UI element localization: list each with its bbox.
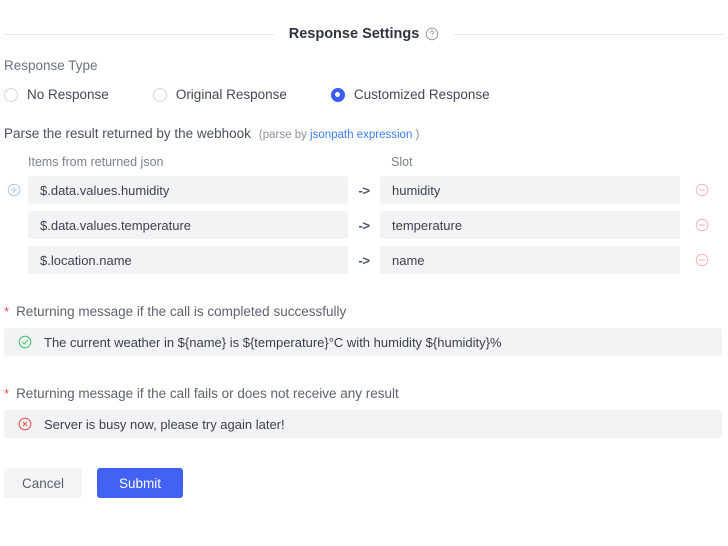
response-settings-panel: Response Settings Response Type No Respo… (0, 26, 728, 546)
column-header-items: Items from returned json (28, 155, 164, 169)
add-row-slot (0, 183, 28, 197)
column-header-slot: Slot (391, 155, 413, 169)
cancel-button[interactable]: Cancel (4, 468, 83, 498)
radio-circle-icon (152, 87, 167, 102)
error-message-label-row: * Returning message if the call fails or… (4, 386, 728, 401)
parse-hint: (parse by jsonpath expression ) (259, 129, 419, 141)
json-path-input[interactable] (28, 246, 348, 274)
table-row: -> (0, 246, 728, 274)
slot-input[interactable] (380, 246, 680, 274)
remove-row-slot (688, 253, 716, 267)
radio-label-customized-response: Customized Response (353, 87, 490, 102)
required-asterisk: * (4, 304, 10, 319)
success-message-field[interactable]: The current weather in ${name} is ${temp… (4, 328, 722, 356)
section-header: Response Settings (0, 26, 728, 42)
parse-hint-prefix: (parse by (258, 129, 307, 141)
jsonpath-expression-link[interactable]: jsonpath expression (310, 129, 412, 141)
submit-button[interactable]: Submit (97, 468, 184, 498)
error-message-field[interactable]: Server is busy now, please try again lat… (4, 410, 722, 438)
radio-circle-icon (4, 87, 18, 102)
table-row: -> (0, 211, 728, 239)
x-circle-icon (18, 417, 32, 431)
error-message-value: Server is busy now, please try again lat… (44, 416, 285, 432)
question-circle-icon[interactable] (425, 27, 439, 41)
success-message-label: Returning message if the call is complet… (16, 304, 347, 319)
table-row: -> (0, 176, 728, 204)
success-message-label-row: * Returning message if the call is compl… (4, 304, 728, 319)
slot-input[interactable] (380, 211, 680, 239)
required-asterisk: * (4, 386, 10, 401)
mapping-table-header: Items from returned json Slot (0, 155, 728, 169)
success-message-value: The current weather in ${name} is ${temp… (44, 334, 502, 350)
divider-right (453, 33, 724, 35)
minus-circle-icon[interactable] (695, 218, 709, 232)
radio-option-customized-response[interactable]: Customized Response (330, 87, 490, 102)
minus-circle-icon[interactable] (695, 253, 709, 267)
radio-label-no-response: No Response (27, 87, 109, 102)
mapping-arrow: -> (358, 182, 370, 198)
json-path-input[interactable] (28, 211, 348, 239)
response-type-label: Response Type (4, 58, 98, 73)
slot-input[interactable] (380, 176, 680, 204)
radio-option-original-response[interactable]: Original Response (152, 87, 287, 102)
parse-hint-suffix: ) (415, 129, 420, 141)
remove-row-slot (688, 183, 716, 197)
footer-actions: Cancel Submit (4, 468, 728, 498)
column-header-spacer (348, 155, 380, 169)
check-circle-icon (18, 335, 32, 349)
parse-instruction: Parse the result returned by the webhook… (4, 126, 728, 141)
plus-circle-icon[interactable] (7, 183, 21, 197)
error-message-label: Returning message if the call fails or d… (16, 386, 399, 401)
section-title-group: Response Settings (289, 26, 440, 42)
mapping-arrow: -> (358, 217, 370, 233)
parse-instruction-text: Parse the result returned by the webhook (4, 126, 251, 141)
radio-option-no-response[interactable]: No Response (4, 87, 109, 102)
minus-circle-icon[interactable] (695, 183, 709, 197)
mapping-arrow: -> (358, 252, 370, 268)
remove-row-slot (688, 218, 716, 232)
radio-label-original-response: Original Response (175, 87, 287, 102)
divider-left (4, 33, 275, 35)
json-path-input[interactable] (28, 176, 348, 204)
radio-circle-selected-icon (330, 87, 345, 102)
page-title: Response Settings (288, 26, 420, 42)
response-type-radio-group: No Response Original Response Customized… (4, 87, 728, 102)
